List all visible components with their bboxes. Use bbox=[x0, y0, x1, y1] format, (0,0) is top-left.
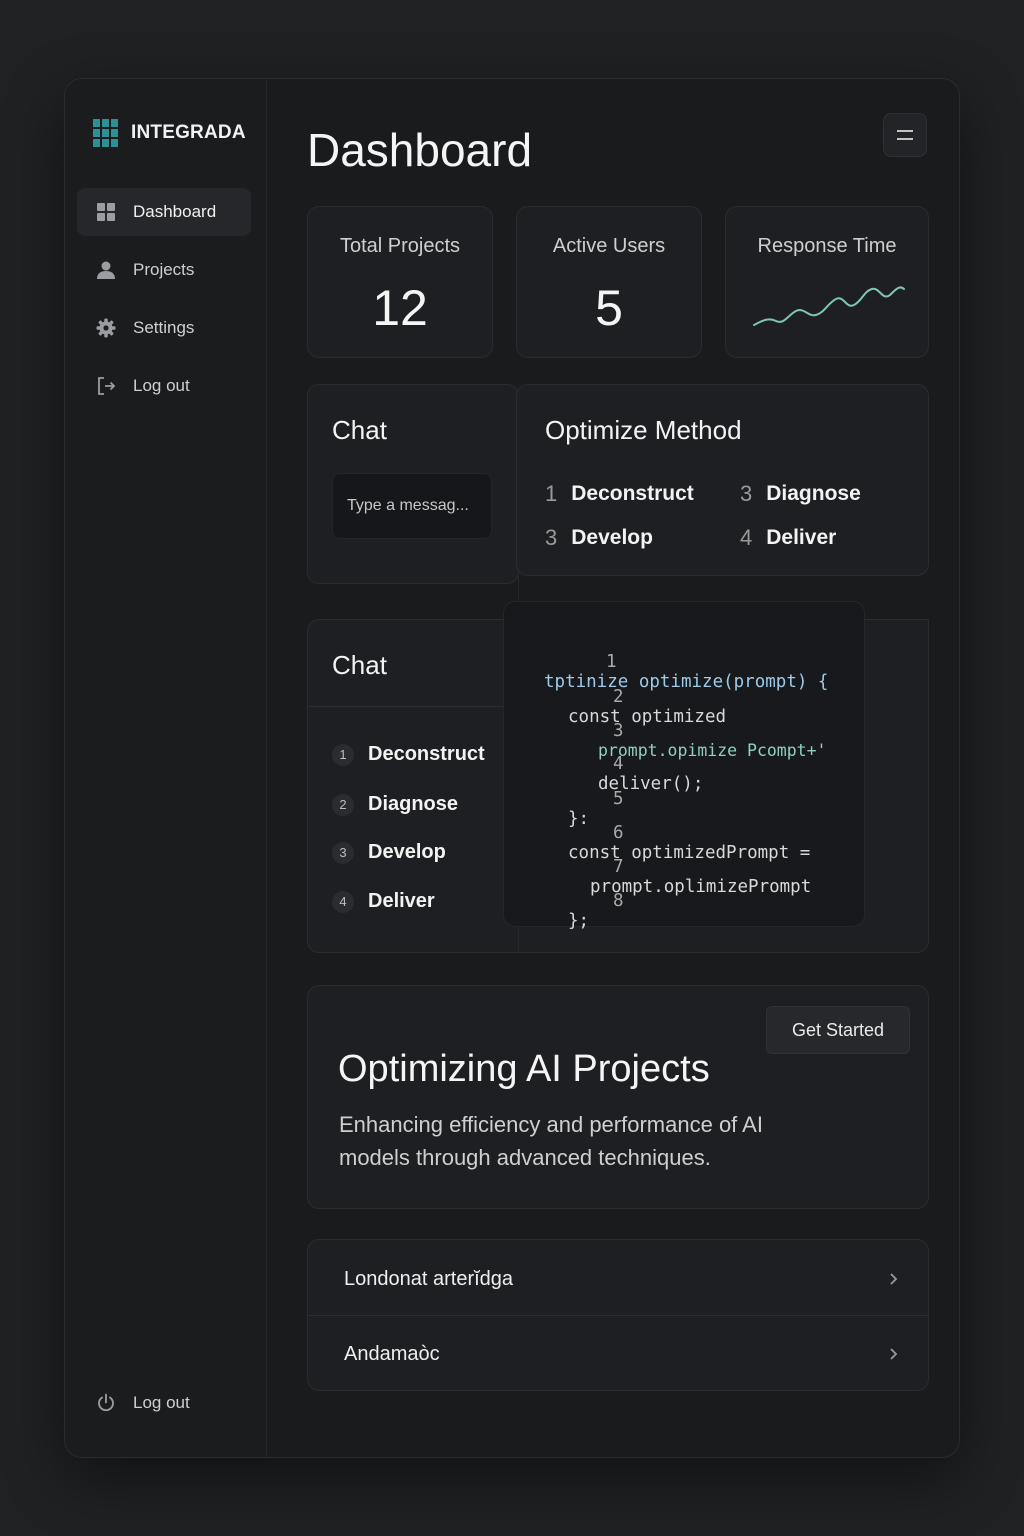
step-num: 4 bbox=[332, 890, 354, 913]
step-label: Deliver bbox=[368, 890, 435, 912]
stat-value: 5 bbox=[595, 280, 623, 336]
chevron-right-icon bbox=[890, 1273, 898, 1285]
sidebar-footer-label: Log out bbox=[133, 1393, 190, 1412]
sidebar-item-label: Dashboard bbox=[133, 202, 217, 221]
method-num: 4 bbox=[740, 525, 753, 550]
method-label: Develop bbox=[571, 526, 653, 549]
code-line: 4 deliver(); bbox=[504, 734, 864, 794]
sidebar-item-projects[interactable]: Projects bbox=[77, 246, 251, 294]
sidebar-item-label: Log out bbox=[133, 376, 190, 395]
stat-value: 12 bbox=[372, 280, 428, 336]
stat-card-response-time: Response Time bbox=[725, 206, 929, 358]
hero-description: Enhancing efficiency and performance of … bbox=[339, 1112, 763, 1170]
code-line: 7 prompt.oplimizePrompt bbox=[504, 837, 864, 897]
hero-title: Optimizing AI Projects bbox=[338, 1048, 710, 1090]
sidebar-item-settings[interactable]: Settings bbox=[77, 304, 251, 352]
sidebar-item-logout[interactable]: Log out bbox=[77, 362, 251, 410]
link-list: Londonat arterĭdga Andamaòc bbox=[307, 1239, 929, 1391]
step-label: Deconstruct bbox=[368, 743, 485, 765]
stat-card-total-projects: Total Projects 12 bbox=[307, 206, 493, 358]
stat-card-active-users: Active Users 5 bbox=[516, 206, 702, 358]
sidebar-item-label: Projects bbox=[133, 260, 195, 279]
gear-icon bbox=[95, 317, 117, 339]
method-num: 3 bbox=[740, 481, 753, 506]
menu-button[interactable] bbox=[883, 113, 927, 157]
get-started-button[interactable]: Get Started bbox=[766, 1006, 910, 1054]
code-text: }; bbox=[568, 911, 590, 931]
app-window: INTEGRADA Dashboard Projects Settings Lo… bbox=[64, 78, 960, 1458]
code-line: 8 }; bbox=[504, 871, 864, 931]
logout-icon bbox=[95, 375, 117, 397]
step-label: Diagnose bbox=[368, 793, 459, 815]
grid-icon bbox=[95, 201, 117, 223]
brand: INTEGRADA bbox=[93, 119, 246, 147]
code-line: 1 tptinize optimize(prompt) { bbox=[504, 632, 864, 692]
card-title: Chat bbox=[332, 650, 387, 680]
stat-label: Active Users bbox=[552, 235, 666, 257]
line-number: 8 bbox=[613, 891, 624, 911]
page-title: Dashboard bbox=[307, 124, 533, 176]
main-content: Dashboard Total Projects 12 Active Users… bbox=[267, 79, 959, 1457]
divider bbox=[308, 706, 518, 707]
brand-name: INTEGRADA bbox=[131, 122, 246, 143]
code-line: 3 prompt.opimize Pcompt+' bbox=[504, 701, 864, 760]
method-label: Diagnose bbox=[766, 482, 861, 505]
step-num: 1 bbox=[332, 743, 354, 766]
sidebar: INTEGRADA Dashboard Projects Settings Lo… bbox=[65, 79, 267, 1457]
user-icon bbox=[95, 259, 117, 281]
method-item: 3 Diagnose bbox=[740, 481, 861, 507]
chevron-right-icon bbox=[890, 1348, 898, 1360]
step-item: 4 Deliver bbox=[332, 890, 435, 913]
list-item[interactable]: Andamaòc bbox=[308, 1317, 928, 1391]
method-item: 4 Deliver bbox=[740, 525, 836, 551]
method-item: 3 Develop bbox=[545, 525, 653, 551]
step-label: Develop bbox=[368, 841, 446, 863]
optimize-method-card: Optimize Method 1 Deconstruct 3 Diagnose… bbox=[516, 384, 929, 576]
code-line: 5 }: bbox=[504, 769, 864, 829]
code-line: 2 const optimized bbox=[504, 667, 864, 727]
sidebar-item-dashboard[interactable]: Dashboard bbox=[77, 188, 251, 236]
method-item: 1 Deconstruct bbox=[545, 481, 694, 507]
card-title: Optimize Method bbox=[545, 415, 742, 445]
stat-label: Response Time bbox=[757, 235, 897, 257]
menu-icon bbox=[897, 130, 913, 140]
method-num: 1 bbox=[545, 481, 558, 506]
list-item-label: Andamaòc bbox=[344, 1342, 440, 1365]
hero-card: Optimizing AI Projects Enhancing efficie… bbox=[307, 985, 929, 1209]
chat-card: Chat bbox=[307, 384, 519, 584]
message-input[interactable] bbox=[332, 473, 492, 539]
stat-label: Total Projects bbox=[339, 235, 461, 257]
divider bbox=[308, 1315, 928, 1316]
method-num: 3 bbox=[545, 525, 558, 550]
step-num: 2 bbox=[332, 793, 354, 816]
list-item-label: Londonat arterĭdga bbox=[344, 1267, 514, 1290]
step-item: 2 Diagnose bbox=[332, 793, 458, 816]
sidebar-item-label: Settings bbox=[133, 318, 195, 337]
list-item[interactable]: Londonat arterĭdga bbox=[308, 1242, 928, 1316]
code-line: 6 const optimizedPrompt = bbox=[504, 803, 864, 863]
sidebar-footer-logout[interactable]: Log out bbox=[77, 1379, 251, 1427]
step-item: 1 Deconstruct bbox=[332, 743, 485, 766]
method-label: Deconstruct bbox=[571, 482, 694, 505]
card-title: Chat bbox=[332, 415, 387, 445]
logo-icon bbox=[93, 119, 118, 147]
step-item: 3 Develop bbox=[332, 841, 446, 864]
step-num: 3 bbox=[332, 841, 354, 864]
response-time-sparkline bbox=[753, 286, 905, 326]
power-icon bbox=[95, 1392, 117, 1414]
method-label: Deliver bbox=[766, 526, 837, 549]
code-block: 1 tptinize optimize(prompt) { 2 const op… bbox=[503, 601, 865, 931]
